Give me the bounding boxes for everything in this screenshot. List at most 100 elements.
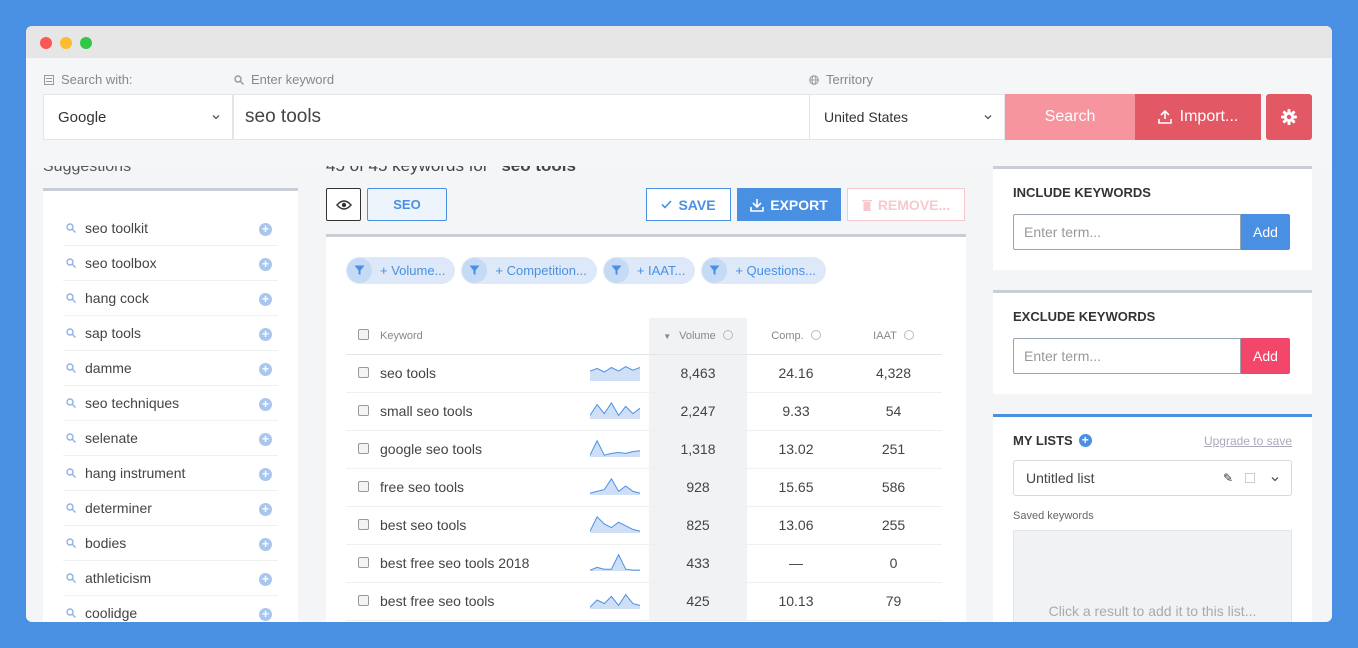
suggestion-item[interactable]: hang cock + <box>63 281 278 316</box>
exclude-term-input[interactable]: Enter term... <box>1013 338 1241 374</box>
info-icon[interactable] <box>722 329 733 340</box>
keyword-input[interactable]: seo tools <box>233 94 810 140</box>
volume-column-header[interactable]: ▼ Volume <box>649 318 747 355</box>
suggestion-item[interactable]: hang instrument + <box>63 456 278 491</box>
table-row[interactable]: best seo tools 825 13.06 255 <box>346 506 942 545</box>
table-row[interactable]: free seo tools 928 15.65 586 <box>346 468 942 507</box>
keyword-cell: best seo tools <box>380 506 590 545</box>
table-row[interactable]: seo tools 8,463 24.16 4,328 <box>346 354 942 393</box>
add-suggestion-icon[interactable]: + <box>259 538 272 551</box>
comp-column-header[interactable]: Comp. <box>747 318 845 355</box>
row-checkbox[interactable] <box>357 405 369 416</box>
row-checkbox-cell <box>346 468 380 507</box>
my-lists-title: MY LISTS + <box>1013 433 1092 448</box>
minimize-window-icon[interactable] <box>60 37 72 49</box>
iaat-column-header[interactable]: IAAT <box>845 318 942 355</box>
filter-chip[interactable]: + Competition... <box>461 257 597 284</box>
row-checkbox[interactable] <box>357 519 369 530</box>
filter-chips: + Volume... + Competition... + IAAT... + Qu… <box>346 257 946 285</box>
table-row[interactable]: google seo tools 1,318 13.02 251 <box>346 430 942 469</box>
settings-button[interactable] <box>1266 94 1312 140</box>
include-term-input[interactable]: Enter term... <box>1013 214 1241 250</box>
suggestion-item[interactable]: seo techniques + <box>63 386 278 421</box>
add-suggestion-icon[interactable]: + <box>259 433 272 446</box>
filter-chip[interactable]: + Volume... <box>346 257 456 284</box>
seo-tab[interactable]: SEO <box>367 188 447 221</box>
iaat-cell: 54 <box>845 392 942 431</box>
keyword-cell: seo tools <box>380 354 590 393</box>
trend-cell <box>589 544 649 583</box>
results-toolbar: SEO SAVE EXPORT REMOVE... <box>326 186 966 234</box>
suggestion-item[interactable]: seo toolbox + <box>63 246 278 281</box>
trend-cell <box>589 354 649 393</box>
add-suggestion-icon[interactable]: + <box>259 468 272 481</box>
maximize-window-icon[interactable] <box>80 37 92 49</box>
import-button[interactable]: Import... <box>1135 94 1261 140</box>
keyword-cell: google seo tools <box>380 430 590 469</box>
suggestion-item[interactable]: seo toolkit + <box>63 211 278 246</box>
row-checkbox[interactable] <box>357 595 369 606</box>
info-icon[interactable] <box>903 329 914 340</box>
add-suggestion-icon[interactable]: + <box>259 608 272 621</box>
pencil-icon[interactable]: ✎ <box>1223 471 1233 485</box>
info-icon[interactable] <box>810 329 821 340</box>
comp-cell: 10.13 <box>747 582 845 621</box>
trend-sparkline <box>589 439 641 457</box>
list-select[interactable]: Untitled list ✎ <box>1013 460 1292 496</box>
row-checkbox[interactable] <box>357 557 369 568</box>
add-suggestion-icon[interactable]: + <box>259 293 272 306</box>
filter-chip[interactable]: + IAAT... <box>602 257 696 284</box>
suggestion-item[interactable]: damme + <box>63 351 278 386</box>
suggestion-item[interactable]: determiner + <box>63 491 278 526</box>
territory-select[interactable]: United States <box>809 94 1005 140</box>
saved-keywords-box: Click a result to add it to this list... <box>1013 530 1292 622</box>
add-suggestion-icon[interactable]: + <box>259 573 272 586</box>
include-add-button[interactable]: Add <box>1241 214 1290 250</box>
comp-cell: 9.33 <box>747 392 845 431</box>
add-list-icon[interactable]: + <box>1078 434 1092 447</box>
toggle-view-button[interactable] <box>326 188 361 221</box>
suggestion-item[interactable]: sap tools + <box>63 316 278 351</box>
table-row[interactable]: best free seo tools 425 10.13 79 <box>346 582 942 621</box>
save-button[interactable]: SAVE <box>646 188 731 221</box>
volume-cell: 928 <box>649 468 747 507</box>
list-icon <box>44 74 54 85</box>
add-suggestion-icon[interactable]: + <box>259 398 272 411</box>
add-suggestion-icon[interactable]: + <box>259 328 272 341</box>
exclude-add-button[interactable]: Add <box>1241 338 1290 374</box>
comp-cell: 13.02 <box>747 430 845 469</box>
results-table: Keyword ▼ Volume Comp. IAAT seo tools 8,46… <box>346 318 942 621</box>
volume-cell: 2,247 <box>649 392 747 431</box>
add-suggestion-icon[interactable]: + <box>259 503 272 516</box>
export-button[interactable]: EXPORT <box>737 188 841 221</box>
add-suggestion-icon[interactable]: + <box>259 363 272 376</box>
table-row[interactable]: small seo tools 2,247 9.33 54 <box>346 392 942 431</box>
close-window-icon[interactable] <box>40 37 52 49</box>
suggestion-item[interactable]: coolidge + <box>63 596 278 622</box>
upgrade-link[interactable]: Upgrade to save <box>1204 434 1292 448</box>
add-suggestion-icon[interactable]: + <box>259 258 272 271</box>
keyword-cell: free seo tools <box>380 468 590 507</box>
engine-select[interactable]: Google <box>43 94 233 140</box>
keyword-column-header[interactable]: Keyword <box>380 318 590 355</box>
chevron-down-icon <box>212 115 220 120</box>
filter-label: + Competition... <box>495 263 587 278</box>
filter-chip[interactable]: + Questions... <box>701 257 826 284</box>
remove-button[interactable]: REMOVE... <box>847 188 965 221</box>
select-all-checkbox[interactable] <box>357 328 369 340</box>
suggestion-item[interactable]: selenate + <box>63 421 278 456</box>
row-checkbox[interactable] <box>357 481 369 492</box>
filter-icon <box>603 258 629 283</box>
suggestions-list: seo toolkit + seo toolbox + hang cock + sap to… <box>43 188 298 622</box>
suggestion-label: hang instrument <box>85 465 186 481</box>
search-icon <box>66 223 76 233</box>
row-checkbox[interactable] <box>357 443 369 454</box>
table-row[interactable]: best free seo tools 2018 433—0 <box>346 544 942 583</box>
suggestion-item[interactable]: bodies + <box>63 526 278 561</box>
suggestion-item[interactable]: athleticism + <box>63 561 278 596</box>
copy-icon[interactable] <box>1245 473 1255 483</box>
row-checkbox[interactable] <box>357 367 369 378</box>
add-suggestion-icon[interactable]: + <box>259 223 272 236</box>
search-button[interactable]: Search <box>1005 94 1135 140</box>
trend-column-header <box>590 318 649 355</box>
